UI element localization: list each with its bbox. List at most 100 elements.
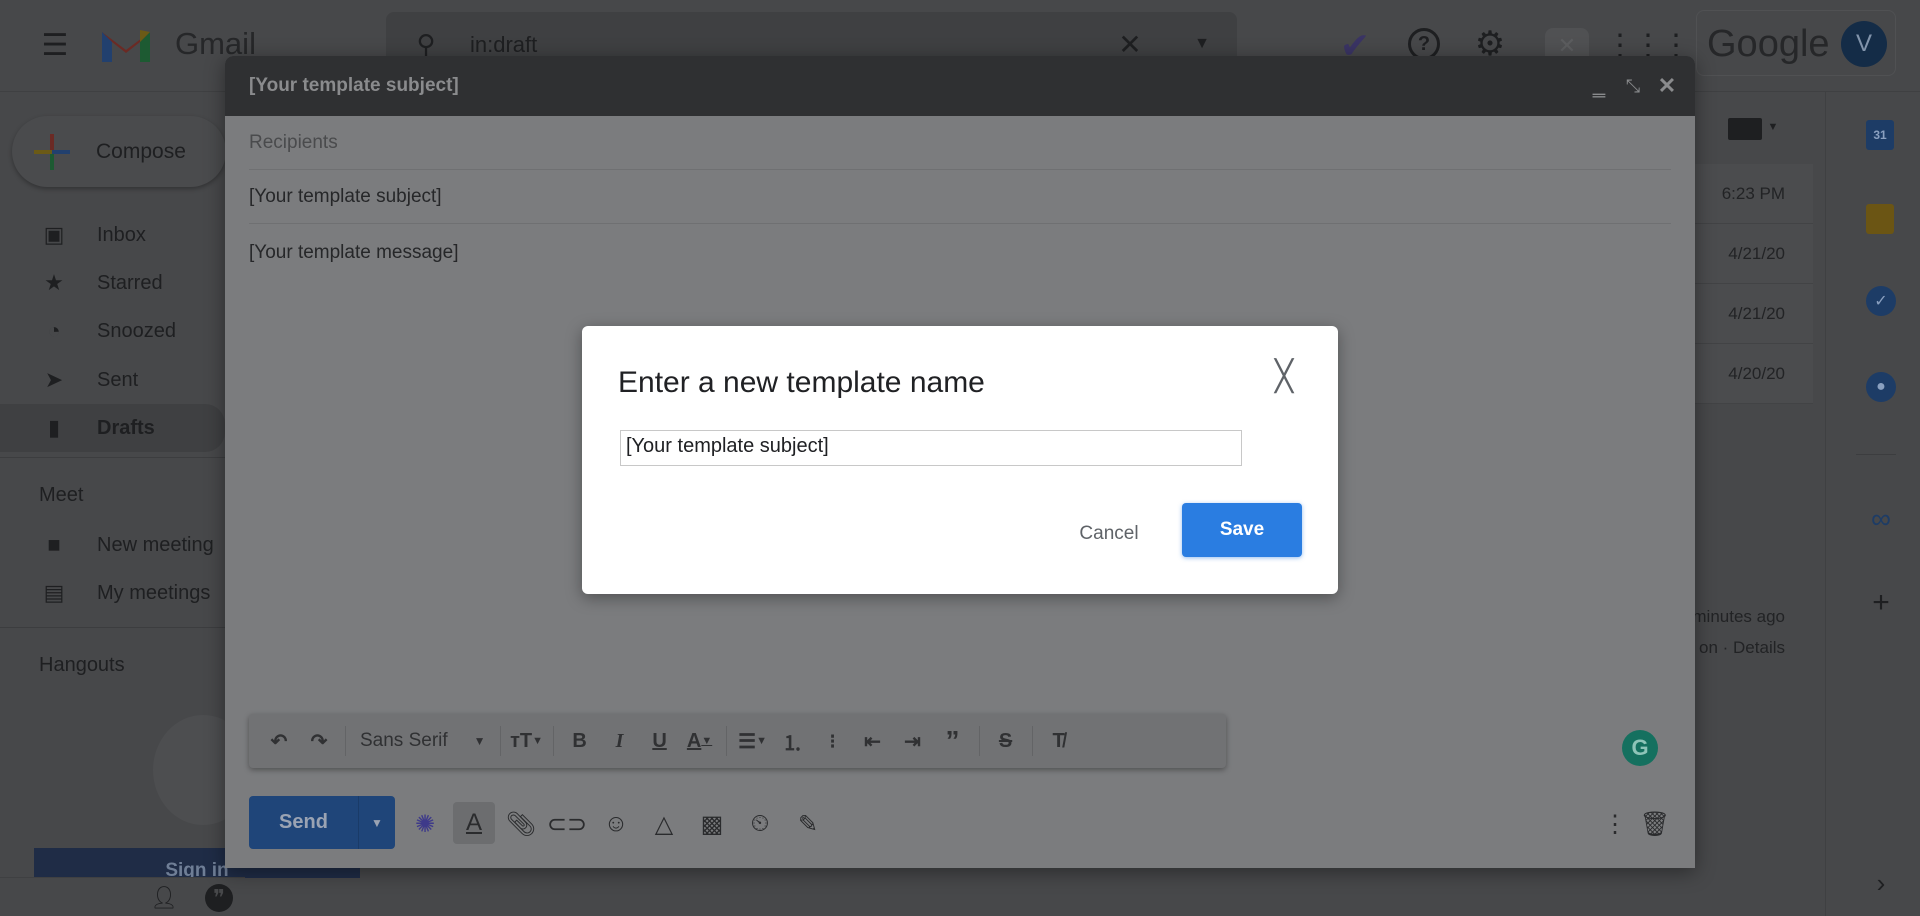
calendar-app-icon[interactable]: 31 xyxy=(1866,120,1894,150)
contacts-app-icon[interactable]: ● xyxy=(1866,372,1896,402)
main-menu-icon[interactable]: ☰ xyxy=(38,28,72,62)
separator xyxy=(1031,726,1033,756)
font-size-icon[interactable]: тT ▼ xyxy=(507,723,547,759)
details-link[interactable]: on · Details xyxy=(1695,638,1785,658)
hangouts-heading: Hangouts xyxy=(39,654,125,676)
italic-icon[interactable]: I xyxy=(600,723,640,759)
sidebar-item-sent[interactable]: ➤ Sent xyxy=(0,360,225,400)
expand-panel-chevron-icon[interactable]: › xyxy=(1866,868,1896,898)
attach-file-icon[interactable]: 📎︎ xyxy=(505,808,537,840)
hangouts-bottom-bar: 👤︎ ❞ xyxy=(0,877,245,916)
divider xyxy=(0,627,225,628)
redo-icon[interactable]: ↷ xyxy=(299,723,339,759)
email-row[interactable]: 4/21/20 xyxy=(1695,224,1813,284)
email-row[interactable]: 6:23 PM xyxy=(1695,164,1813,224)
calendar-icon: ▤ xyxy=(43,580,65,605)
underline-icon[interactable]: U xyxy=(640,723,680,759)
bold-icon[interactable]: B xyxy=(560,723,600,759)
sparkle-addon-icon[interactable]: ✺ xyxy=(409,808,441,840)
separator xyxy=(552,726,554,756)
last-activity-text: minutes ago xyxy=(1695,607,1785,626)
bulleted-list-icon[interactable]: ⁝ xyxy=(813,723,853,759)
insert-photo-icon[interactable]: ▩ xyxy=(696,808,728,840)
search-input[interactable]: in:draft xyxy=(470,32,537,58)
compose-title: [Your template subject] xyxy=(249,75,459,96)
sidebar-item-starred[interactable]: ★ Starred xyxy=(0,263,225,303)
send-label: Send xyxy=(279,811,328,833)
formatting-toolbar: ↶ ↷ Sans Serif ▼ тT ▼ B I U A ▼ ☰ ▼ ⒈ ⁝ ⇤ ⇥ … xyxy=(249,714,1226,768)
strikethrough-icon[interactable]: S xyxy=(986,723,1026,759)
signature-pen-icon[interactable]: ✎ xyxy=(792,808,824,840)
divider xyxy=(1856,454,1896,455)
indent-less-icon[interactable]: ⇤ xyxy=(853,723,893,759)
plus-icon xyxy=(34,133,70,170)
hangouts-icon[interactable]: ❞ xyxy=(205,884,233,912)
tasks-app-icon[interactable]: ✓ xyxy=(1866,286,1896,316)
email-row[interactable]: 4/21/20 xyxy=(1695,284,1813,344)
divider xyxy=(0,457,225,458)
video-camera-icon: ■ xyxy=(47,532,61,557)
gmail-logo[interactable] xyxy=(100,26,152,64)
font-family-select[interactable]: Sans Serif ▼ xyxy=(352,723,494,759)
separator xyxy=(499,726,501,756)
exit-fullscreen-icon[interactable]: ⤡ xyxy=(1619,72,1647,100)
sidebar-item-my-meetings[interactable]: ▤ My meetings xyxy=(0,573,225,613)
send-options-dropdown-icon[interactable]: ▼ xyxy=(358,796,395,849)
cancel-button[interactable]: Cancel xyxy=(1062,510,1156,558)
grammarly-icon[interactable]: G xyxy=(1622,730,1658,766)
subject-field[interactable]: [Your template subject] xyxy=(249,186,1671,208)
keyboard-icon[interactable] xyxy=(1728,118,1762,140)
minimize-icon[interactable]: ‗ xyxy=(1585,72,1613,100)
account-box[interactable]: Google V xyxy=(1696,10,1896,76)
separator xyxy=(725,726,727,756)
input-tools-dropdown-icon[interactable]: ▼ xyxy=(1766,120,1780,134)
undo-icon[interactable]: ↶ xyxy=(259,723,299,759)
template-name-input[interactable]: [Your template subject] xyxy=(620,430,1242,466)
sidebar-item-snoozed[interactable]: ◔ Snoozed xyxy=(0,311,225,351)
keep-app-icon[interactable] xyxy=(1866,204,1894,234)
emoji-icon[interactable]: ☺ xyxy=(600,808,632,840)
quote-icon[interactable]: ” xyxy=(933,723,973,759)
close-compose-icon[interactable]: ✕ xyxy=(1653,72,1681,100)
divider xyxy=(249,169,1671,170)
drive-icon[interactable]: △ xyxy=(648,808,680,840)
compose-label: Compose xyxy=(96,139,186,163)
email-row[interactable]: 4/20/20 xyxy=(1695,344,1813,404)
formatting-options-icon[interactable]: A xyxy=(453,802,495,844)
numbered-list-icon[interactable]: ⒈ xyxy=(773,723,813,759)
star-icon: ★ xyxy=(44,270,64,295)
google-logo: Google xyxy=(1707,23,1830,65)
inbox-icon: ▣ xyxy=(43,222,65,247)
sidebar-item-new-meeting[interactable]: ■ New meeting xyxy=(0,525,225,565)
message-body[interactable]: [Your template message] xyxy=(249,242,1671,264)
avatar[interactable]: V xyxy=(1841,21,1887,67)
compose-header[interactable]: [Your template subject] ‗ ⤡ ✕ xyxy=(225,56,1695,116)
indent-more-icon[interactable]: ⇥ xyxy=(893,723,933,759)
dialog-title: Enter a new template name xyxy=(618,366,985,399)
separator xyxy=(345,726,346,756)
person-icon[interactable]: 👤︎ xyxy=(150,884,178,912)
more-options-icon[interactable]: ⋮ xyxy=(1599,808,1631,840)
sidebar-item-drafts[interactable]: ▮ Drafts xyxy=(0,404,225,452)
text-color-icon[interactable]: A ▼ xyxy=(680,723,720,759)
side-panel: 31 ✓ ● ∞ + › xyxy=(1825,92,1920,916)
draft-icon: ▮ xyxy=(47,415,61,440)
confidential-mode-icon[interactable]: ⏲ xyxy=(744,808,776,840)
save-button[interactable]: Save xyxy=(1182,503,1302,557)
align-icon[interactable]: ☰ ▼ xyxy=(733,723,773,759)
close-dialog-icon[interactable]: ╳ xyxy=(1270,360,1298,393)
add-addon-icon[interactable]: + xyxy=(1866,586,1896,619)
link-addon-icon[interactable]: ∞ xyxy=(1864,503,1898,534)
template-name-dialog: Enter a new template name ╳ [Your templa… xyxy=(582,326,1338,594)
chevron-down-icon: ▼ xyxy=(473,734,486,748)
send-icon: ➤ xyxy=(44,367,64,392)
send-button[interactable]: Send ▼ xyxy=(249,796,395,849)
discard-draft-trash-icon[interactable]: 🗑︎ xyxy=(1639,808,1671,840)
recipients-field[interactable]: Recipients xyxy=(249,132,1671,154)
insert-link-icon[interactable]: ⊂⊃ xyxy=(547,808,587,840)
sidebar-item-inbox[interactable]: ▣ Inbox xyxy=(0,215,225,255)
clock-icon: ◔ xyxy=(47,318,61,343)
remove-formatting-icon[interactable]: T̸ xyxy=(1039,723,1079,759)
separator xyxy=(978,726,980,756)
compose-button[interactable]: Compose xyxy=(12,116,226,187)
